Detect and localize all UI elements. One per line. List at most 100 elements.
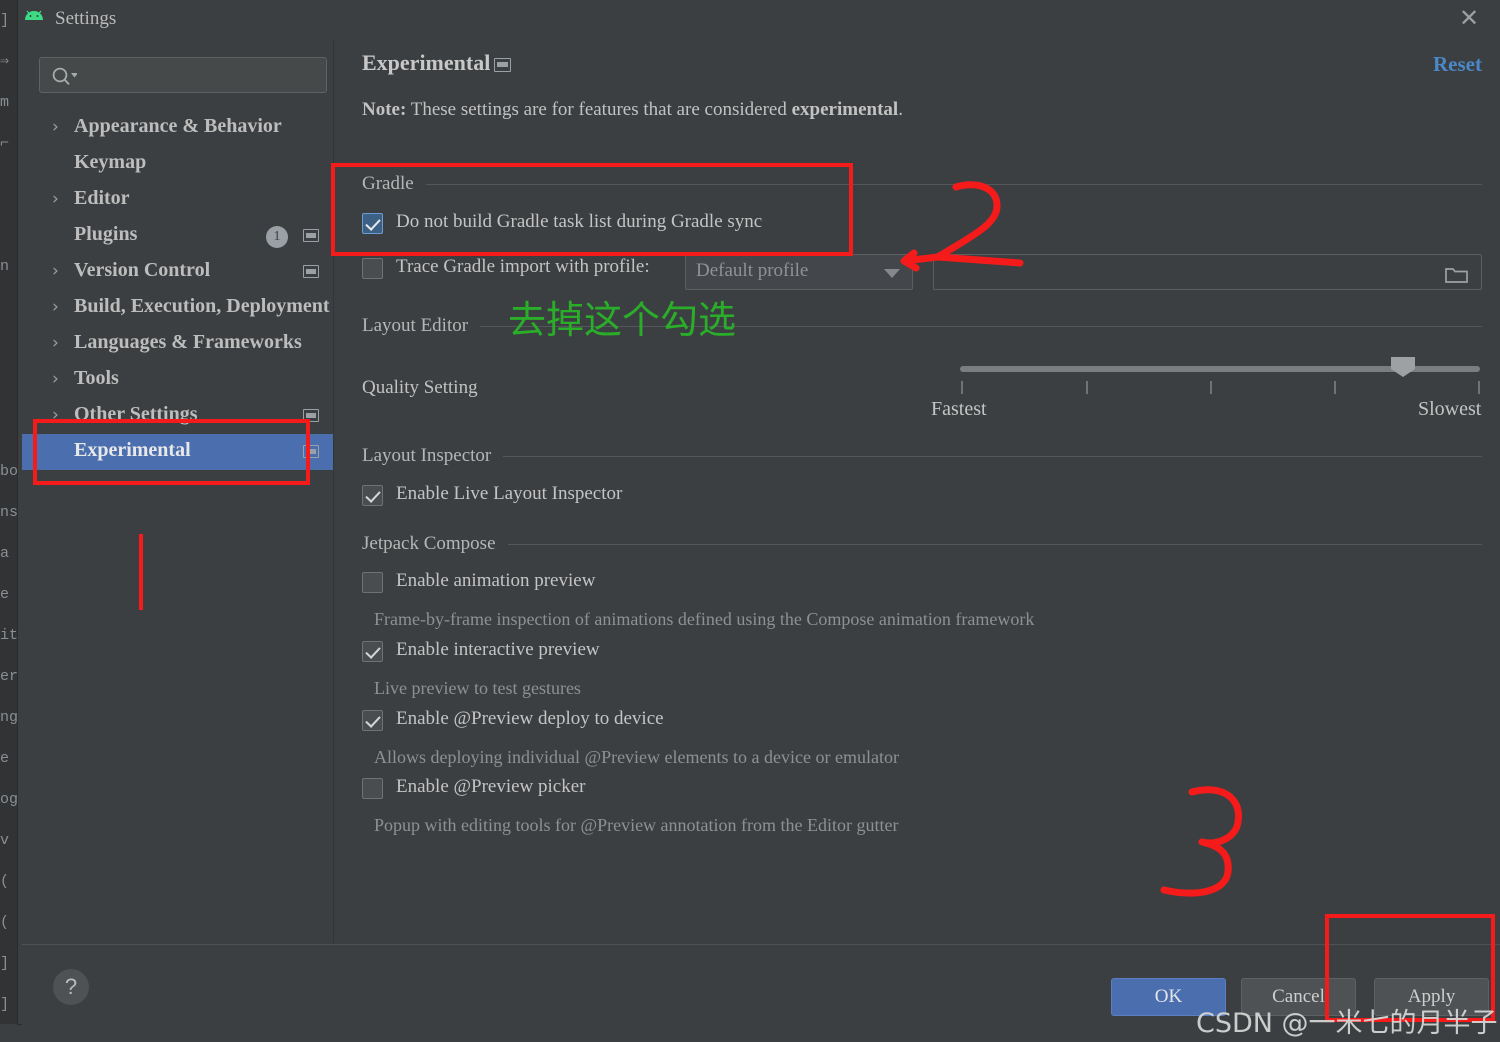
android-logo-icon xyxy=(25,10,43,20)
window-mode-icon[interactable] xyxy=(303,409,319,422)
checkbox-label: Do not build Gradle task list during Gra… xyxy=(396,211,763,232)
slider-tick xyxy=(1478,381,1480,394)
ok-button[interactable]: OK xyxy=(1111,978,1226,1016)
quality-slider-thumb[interactable] xyxy=(1390,356,1416,378)
apply-button[interactable]: Apply xyxy=(1374,978,1489,1016)
dialog-titlebar: Settings ✕ xyxy=(18,0,1500,40)
folder-icon[interactable] xyxy=(1445,266,1469,284)
checkbox-enable-preview-picker[interactable] xyxy=(362,778,383,799)
plugins-update-badge: 1 xyxy=(266,226,288,248)
group-divider xyxy=(503,455,1482,457)
sidebar-item-label: Build, Execution, Deployment xyxy=(74,295,330,317)
window-mode-icon[interactable] xyxy=(303,265,319,278)
window-mode-icon[interactable] xyxy=(303,229,319,242)
group-header-gradle: Gradle xyxy=(362,172,1482,196)
checkbox-description: Allows deploying individual @Preview ele… xyxy=(374,747,899,767)
group-divider xyxy=(480,325,1482,327)
chevron-right-icon: › xyxy=(52,369,59,389)
chevron-right-icon: › xyxy=(52,117,59,137)
sidebar-item-other-settings[interactable]: › Other Settings xyxy=(22,398,333,434)
checkbox-label: Enable animation preview xyxy=(396,570,596,591)
group-title: Jetpack Compose xyxy=(362,533,496,554)
window-mode-icon[interactable] xyxy=(494,58,511,72)
sidebar-item-label: Other Settings xyxy=(74,403,198,425)
checkbox-label: Enable @Preview picker xyxy=(396,776,586,797)
group-title: Layout Inspector xyxy=(362,445,492,466)
chevron-right-icon: › xyxy=(52,333,59,353)
sidebar-item-label: Languages & Frameworks xyxy=(74,331,302,353)
note-emphasis: experimental xyxy=(791,99,899,120)
sidebar-item-label: Tools xyxy=(74,367,119,389)
settings-sidebar: › Appearance & Behavior Keymap › Editor … xyxy=(22,40,334,943)
experimental-note: Note: These settings are for features th… xyxy=(362,99,903,121)
sidebar-item-version-control[interactable]: › Version Control xyxy=(22,254,333,290)
settings-dialog: Settings ✕ › Appearance & Behavior Keyma… xyxy=(18,0,1500,1025)
slider-tick xyxy=(1210,381,1212,394)
slider-tick xyxy=(961,381,963,394)
window-mode-icon[interactable] xyxy=(303,445,319,458)
background-left-gutter: ] ⇒ m ⌐ n bo ns a e it er ng e og v ( ( … xyxy=(0,0,18,1042)
sidebar-item-label: Editor xyxy=(74,187,130,209)
checkbox-enable-animation-preview[interactable] xyxy=(362,572,383,593)
sidebar-item-label: Plugins xyxy=(74,223,138,245)
sidebar-item-experimental[interactable]: Experimental xyxy=(22,434,333,470)
search-icon xyxy=(52,67,77,86)
checkbox-label: Enable @Preview deploy to device xyxy=(396,708,664,729)
chevron-right-icon: › xyxy=(52,189,59,209)
close-icon[interactable]: ✕ xyxy=(1454,5,1484,35)
sidebar-item-label: Appearance & Behavior xyxy=(74,115,282,137)
checkbox-description: Live preview to test gestures xyxy=(374,678,581,698)
checkbox-label: Enable Live Layout Inspector xyxy=(396,483,623,504)
chevron-right-icon: › xyxy=(52,297,59,317)
sidebar-item-keymap[interactable]: Keymap xyxy=(22,146,333,182)
checkbox-description: Popup with editing tools for @Preview an… xyxy=(374,815,899,835)
reset-link[interactable]: Reset xyxy=(1433,52,1482,77)
checkbox-label: Enable interactive preview xyxy=(396,639,600,660)
settings-main-panel: Experimental Reset Note: These settings … xyxy=(334,40,1500,943)
group-header-jetpack-compose: Jetpack Compose xyxy=(362,532,1482,556)
group-title: Gradle xyxy=(362,173,414,194)
checkbox-enable-interactive-preview[interactable] xyxy=(362,641,383,662)
sidebar-item-plugins[interactable]: Plugins 1 xyxy=(22,218,333,254)
group-title: Layout Editor xyxy=(362,315,469,336)
checkbox-enable-live-layout-inspector[interactable] xyxy=(362,485,383,506)
help-button[interactable]: ? xyxy=(53,969,89,1005)
checkbox-do-not-build-gradle-task-list[interactable] xyxy=(362,213,383,234)
sidebar-item-languages-frameworks[interactable]: › Languages & Frameworks xyxy=(22,326,333,362)
checkbox-label: Trace Gradle import with profile: xyxy=(396,256,650,277)
sidebar-item-appearance-behavior[interactable]: › Appearance & Behavior xyxy=(22,110,333,146)
sidebar-item-tools[interactable]: › Tools xyxy=(22,362,333,398)
profile-select-value: Default profile xyxy=(696,260,809,281)
search-input[interactable] xyxy=(82,58,324,94)
search-box[interactable] xyxy=(39,57,327,94)
background-bottom-strip xyxy=(0,1024,1500,1042)
checkbox-trace-gradle-import[interactable] xyxy=(362,258,383,279)
profile-select[interactable]: Default profile xyxy=(685,254,913,290)
sidebar-item-editor[interactable]: › Editor xyxy=(22,182,333,218)
sidebar-item-build-execution-deployment[interactable]: › Build, Execution, Deployment xyxy=(22,290,333,326)
dialog-title: Settings xyxy=(55,8,117,29)
dialog-button-bar: ? OK Cancel Apply xyxy=(22,944,1500,1025)
group-header-layout-editor: Layout Editor xyxy=(362,314,1482,338)
slider-min-label: Fastest xyxy=(931,398,987,420)
group-divider xyxy=(425,183,1482,185)
profile-path-field[interactable] xyxy=(933,254,1482,290)
chevron-down-icon xyxy=(884,269,900,278)
note-body: These settings are for features that are… xyxy=(406,99,792,120)
slider-tick xyxy=(1334,381,1336,394)
slider-tick xyxy=(1086,381,1088,394)
cancel-button[interactable]: Cancel xyxy=(1241,978,1356,1016)
checkbox-description: Frame-by-frame inspection of animations … xyxy=(374,609,1035,629)
sidebar-item-label: Version Control xyxy=(74,259,211,281)
checkbox-enable-preview-deploy-to-device[interactable] xyxy=(362,710,383,731)
sidebar-item-label: Experimental xyxy=(74,439,191,461)
note-suffix: . xyxy=(898,99,903,120)
sidebar-item-label: Keymap xyxy=(74,151,147,173)
note-prefix: Note: xyxy=(362,99,407,120)
chevron-right-icon: › xyxy=(52,261,59,281)
slider-max-label: Slowest xyxy=(1418,398,1482,420)
quality-setting-label: Quality Setting xyxy=(362,377,478,398)
chevron-right-icon: › xyxy=(52,405,59,425)
group-divider xyxy=(507,543,1482,545)
group-header-layout-inspector: Layout Inspector xyxy=(362,444,1482,468)
